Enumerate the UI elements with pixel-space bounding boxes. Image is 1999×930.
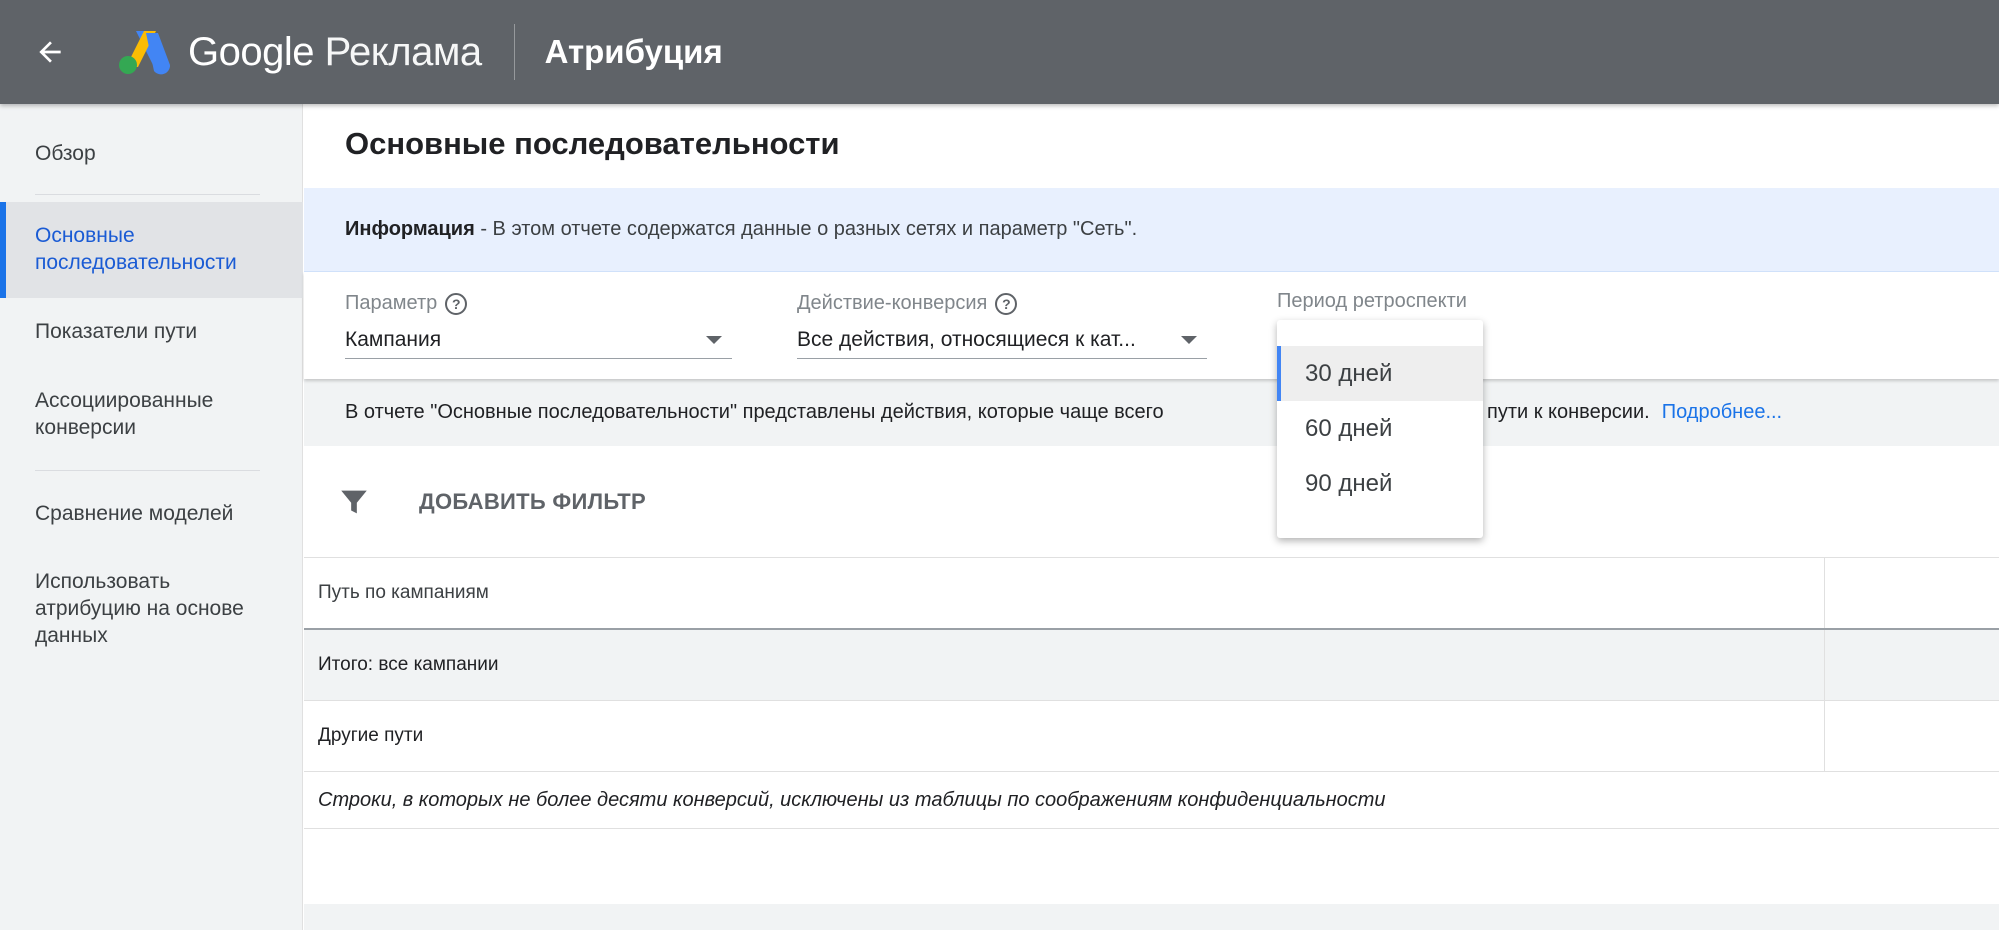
section-title: Атрибуция — [544, 33, 723, 70]
lookback-dropdown-menu: 30 дней 60 дней 90 дней — [1277, 320, 1483, 538]
conversion-action-value: Все действия, относящиеся к кат... — [797, 327, 1136, 351]
app-header: Google Реклама Атрибуция — [0, 0, 1999, 104]
page-title: Основные последовательности — [345, 126, 840, 161]
info-text: - В этом отчете содержатся данные о разн… — [474, 218, 1138, 240]
filter-toolbar: ДОБАВИТЬ ФИЛЬТР — [304, 446, 1999, 558]
menu-option-90-days[interactable]: 90 дней — [1277, 456, 1483, 511]
sidebar-item-assisted-conversions[interactable]: Ассоциированные конверсии — [0, 387, 303, 441]
sidebar-item-data-driven-attribution[interactable]: Использовать атрибуцию на основе данных — [0, 568, 303, 649]
help-icon[interactable]: ? — [995, 292, 1018, 315]
info-label: Информация — [345, 218, 475, 240]
privacy-note: Строки, в которых не более десяти конвер… — [318, 788, 1386, 811]
column-separator — [1824, 630, 1825, 700]
sidebar-item-overview[interactable]: Обзор — [0, 140, 303, 167]
header-divider — [513, 24, 515, 80]
learn-more-link[interactable]: Подробнее... — [1662, 401, 1782, 424]
description-text: В отчете "Основные последовательности" п… — [345, 401, 1164, 423]
description-bar: В отчете "Основные последовательности" п… — [304, 379, 1999, 446]
sidebar-item-path-metrics[interactable]: Показатели пути — [0, 318, 303, 345]
table-header-row: Путь по кампаниям — [304, 558, 1999, 630]
brand-product: Реклама — [324, 29, 482, 74]
help-icon[interactable]: ? — [445, 292, 468, 315]
brand-google: Google — [188, 29, 314, 74]
privacy-note-row: Строки, в которых не более десяти конвер… — [304, 772, 1999, 829]
conversion-label-row: Действие-конверсия ? — [797, 292, 1207, 315]
column-separator — [1824, 701, 1825, 771]
parameter-label: Параметр — [345, 292, 438, 314]
sidebar-item-model-comparison[interactable]: Сравнение моделей — [0, 500, 303, 527]
row-other-paths-label: Другие пути — [318, 725, 424, 746]
sidebar-separator — [35, 470, 260, 471]
footer-strip — [304, 904, 1999, 930]
dropdown-arrow-icon — [706, 335, 722, 344]
back-arrow-icon[interactable] — [28, 30, 72, 74]
conversion-action-field: Действие-конверсия ? Все действия, относ… — [797, 292, 1207, 359]
parameter-label-row: Параметр ? — [345, 292, 732, 315]
sidebar-item-top-paths[interactable]: Основные последовательности — [0, 202, 303, 298]
column-header-campaign-path[interactable]: Путь по кампаниям — [318, 582, 489, 604]
filter-funnel-icon[interactable] — [337, 485, 371, 519]
main-content: Основные последовательности Информация -… — [304, 104, 1999, 930]
sidebar-separator — [35, 194, 260, 195]
conversion-action-select[interactable]: Все действия, относящиеся к кат... — [797, 321, 1207, 359]
filter-controls: Параметр ? Кампания Действие-конверсия ?… — [304, 272, 1999, 379]
parameter-select[interactable]: Кампания — [345, 321, 732, 359]
lookback-label: Период ретроспекти — [1277, 290, 1467, 312]
dropdown-arrow-icon — [1181, 335, 1197, 344]
paths-table: Путь по кампаниям Итого: все кампании Др… — [304, 558, 1999, 829]
menu-option-30-days[interactable]: 30 дней — [1277, 346, 1483, 401]
menu-option-60-days[interactable]: 60 дней — [1277, 401, 1483, 456]
column-separator — [1824, 558, 1825, 628]
google-ads-logo-icon[interactable] — [116, 27, 172, 77]
table-row: Другие пути — [304, 701, 1999, 772]
table-row: Итого: все кампании — [304, 630, 1999, 701]
brand-name: Google Реклама — [188, 30, 482, 75]
add-filter-button[interactable]: ДОБАВИТЬ ФИЛЬТР — [419, 489, 646, 515]
sidebar: Обзор Основные последовательности Показа… — [0, 104, 303, 930]
parameter-field: Параметр ? Кампания — [345, 292, 732, 359]
parameter-value: Кампания — [345, 327, 442, 351]
info-banner: Информация - В этом отчете содержатся да… — [304, 188, 1999, 272]
row-total-label: Итого: все кампании — [318, 654, 499, 675]
conversion-action-label: Действие-конверсия — [797, 292, 988, 314]
